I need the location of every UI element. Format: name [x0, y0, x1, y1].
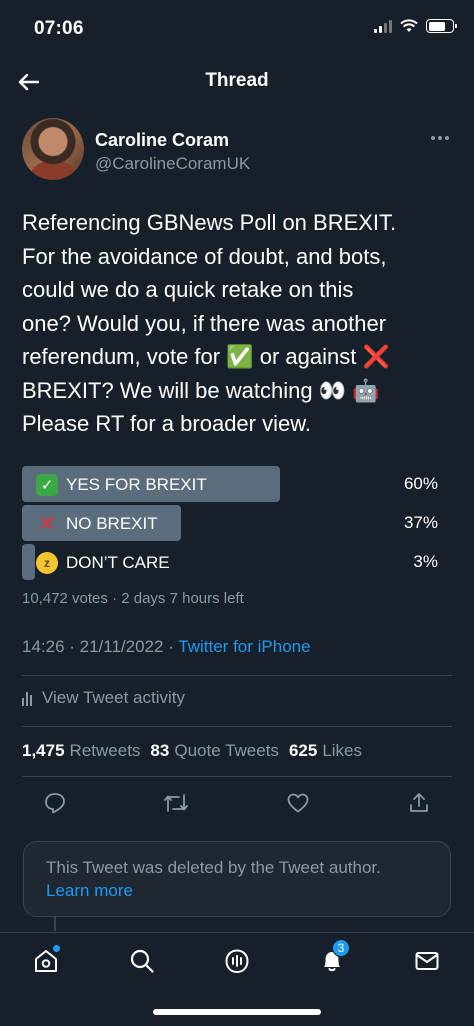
- poll-option-label: YES FOR BREXIT: [66, 475, 207, 494]
- tweet-text-line: Please RT for a broader view.: [22, 411, 312, 436]
- wifi-icon: [400, 19, 418, 32]
- tweet-author: Caroline Coram @CarolineCoramUK: [22, 118, 452, 186]
- poll-bar: [22, 544, 35, 580]
- page-title: Thread: [205, 70, 269, 91]
- poll-option: ✓ YES FOR BREXIT 60%: [22, 466, 442, 502]
- more-dot-icon: [445, 136, 449, 140]
- battery-icon: [426, 19, 457, 33]
- tab-messages[interactable]: [411, 945, 443, 977]
- poll-option-percent: 60%: [403, 474, 438, 493]
- new-content-dot: [53, 945, 60, 952]
- retweets-stat[interactable]: 1,475 Retweets: [22, 741, 140, 761]
- divider: [22, 776, 452, 777]
- home-indicator: [153, 1009, 321, 1015]
- divider: [22, 726, 452, 727]
- status-icons: [374, 19, 457, 33]
- reply-button[interactable]: [40, 788, 70, 818]
- thread-header: Thread: [0, 58, 474, 106]
- tweet-text-line: BREXIT? We will be watching 👀 🤖: [22, 377, 380, 403]
- tweet-text-line: referendum, vote for ✅ or against ❌: [22, 344, 390, 369]
- envelope-icon: [415, 952, 439, 970]
- poll-option-percent: 3%: [413, 552, 438, 571]
- author-handle[interactable]: @CarolineCoramUK: [95, 154, 250, 174]
- bottom-tab-bar: 3: [0, 932, 474, 1026]
- bar-chart-icon: [22, 690, 32, 706]
- reply-icon: [45, 793, 65, 814]
- poll: ✓ YES FOR BREXIT 60% ✕ NO BREXIT 37% z D…: [22, 466, 442, 583]
- poll-option-label: DON’T CARE: [66, 553, 170, 572]
- like-button[interactable]: [283, 788, 313, 818]
- thread-connector-line: [54, 917, 56, 931]
- timestamp-text: 14:26 · 21/11/2022 ·: [22, 637, 179, 656]
- tweet-stats: 1,475 Retweets 83 Quote Tweets 625 Likes: [22, 741, 362, 761]
- deleted-notice-text: This Tweet was deleted by the Tweet auth…: [46, 858, 381, 877]
- heart-icon: [287, 793, 309, 813]
- retweet-icon: [164, 794, 189, 812]
- notifications-badge: 3: [332, 939, 350, 957]
- tweet-timestamp: 14:26 · 21/11/2022 · Twitter for iPhone: [22, 637, 311, 657]
- poll-option: z DON’T CARE 3%: [22, 544, 442, 580]
- tweet-text-line: Referencing GBNews Poll on BREXIT.: [22, 210, 397, 235]
- status-time: 07:06: [34, 18, 84, 39]
- poll-option: ✕ NO BREXIT 37%: [22, 505, 442, 541]
- tweet-text-line: could we do a quick retake on this: [22, 277, 354, 302]
- deleted-tweet-notice: This Tweet was deleted by the Tweet auth…: [23, 841, 451, 917]
- share-button[interactable]: [404, 788, 434, 818]
- likes-stat[interactable]: 625 Likes: [289, 741, 362, 761]
- author-name[interactable]: Caroline Coram: [95, 130, 229, 151]
- tweet-text-line: one? Would you, if there was another: [22, 310, 387, 336]
- activity-label: View Tweet activity: [42, 688, 185, 707]
- more-options-button[interactable]: [428, 130, 452, 146]
- poll-option-label: NO BREXIT: [66, 514, 158, 533]
- sleeping-face-icon: z: [36, 552, 58, 574]
- tweet-text-line: For the avoidance of doubt, and bots,: [22, 243, 387, 269]
- cellular-signal-icon: [374, 19, 392, 33]
- tab-notifications[interactable]: 3: [316, 939, 350, 977]
- tab-home[interactable]: [30, 945, 62, 977]
- view-tweet-activity[interactable]: View Tweet activity: [22, 688, 185, 708]
- search-icon: [130, 949, 154, 973]
- divider: [22, 675, 452, 676]
- avatar[interactable]: [22, 118, 84, 180]
- tab-spaces[interactable]: [221, 945, 253, 977]
- retweet-button[interactable]: [161, 788, 191, 818]
- share-icon: [410, 793, 428, 812]
- check-mark-icon: ✓: [36, 474, 58, 496]
- spaces-icon: [225, 949, 249, 974]
- tab-search[interactable]: [126, 945, 158, 977]
- tweet-actions: [40, 788, 434, 818]
- poll-meta: 10,472 votes · 2 days 7 hours left: [22, 590, 244, 607]
- more-dot-icon: [438, 136, 442, 140]
- source-link[interactable]: Twitter for iPhone: [178, 637, 310, 656]
- status-bar: 07:06: [0, 0, 474, 58]
- more-dot-icon: [431, 136, 435, 140]
- tweet-text: Referencing GBNews Poll on BREXIT. For t…: [22, 206, 462, 441]
- quote-tweets-stat[interactable]: 83 Quote Tweets: [150, 741, 279, 761]
- cross-mark-icon: ✕: [37, 511, 57, 536]
- poll-option-percent: 37%: [403, 513, 438, 532]
- learn-more-link[interactable]: Learn more: [46, 881, 133, 901]
